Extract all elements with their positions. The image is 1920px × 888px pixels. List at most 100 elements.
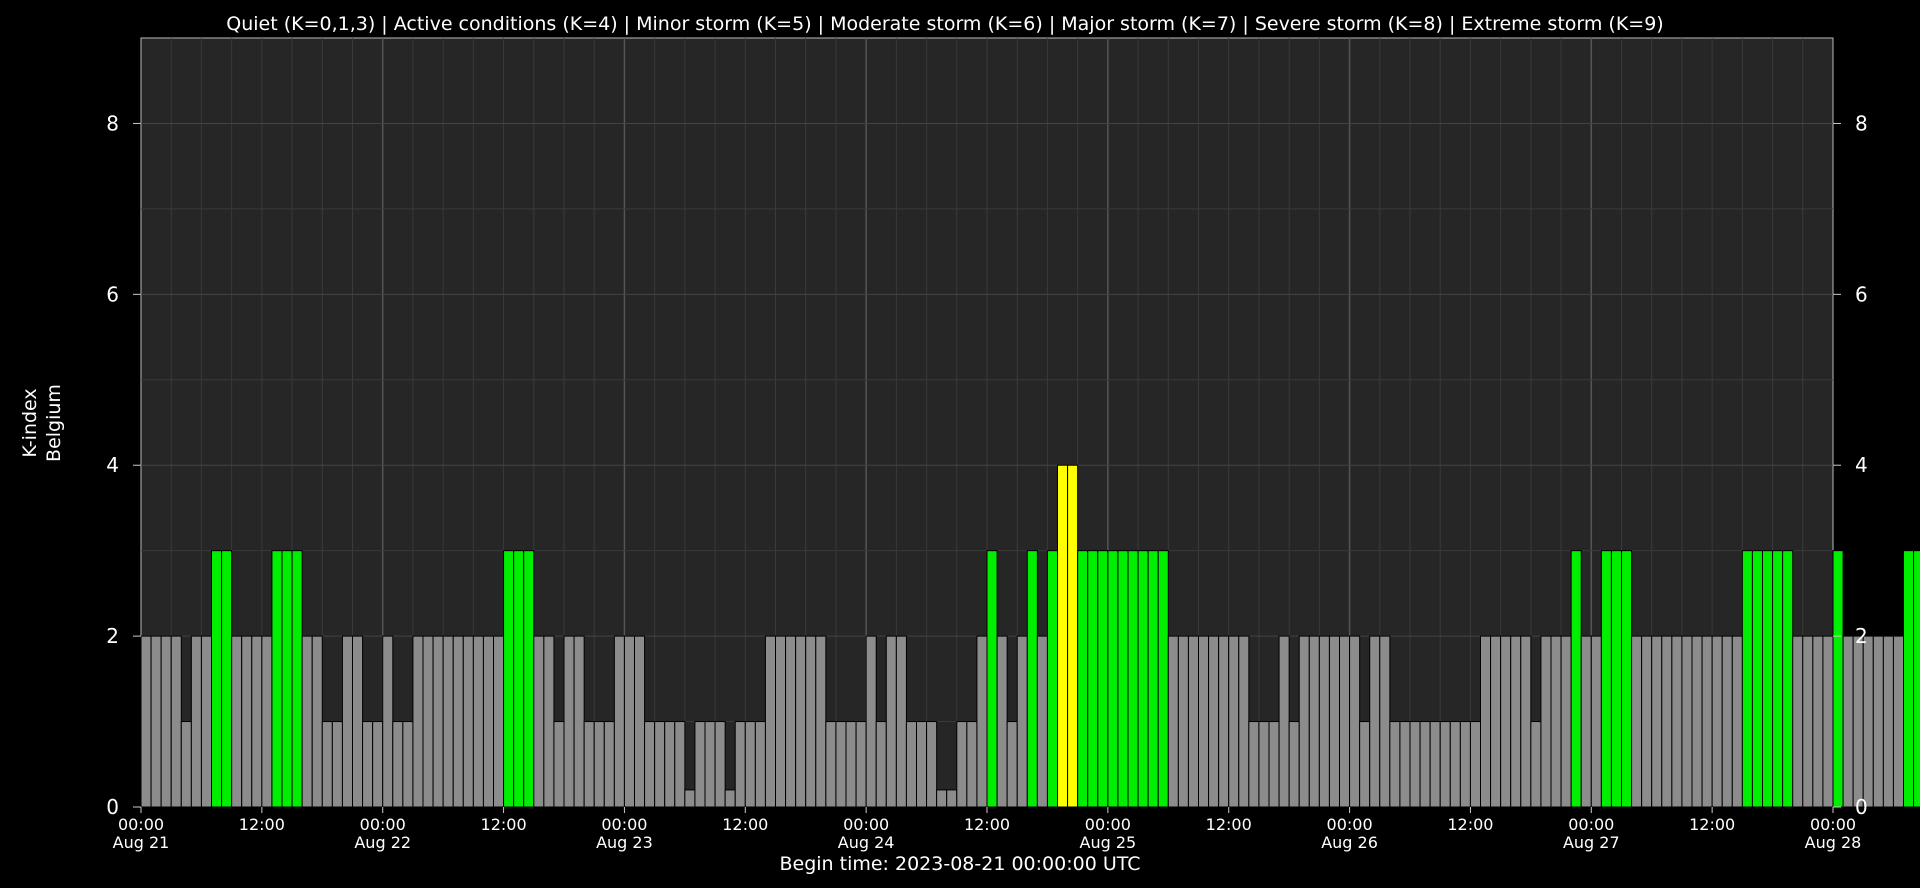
k-index-bar [1661,635,1673,808]
k-index-bar [795,635,807,808]
k-index-bar [905,721,918,808]
k-index-bar [664,721,676,808]
k-index-bar [885,635,897,808]
k-index-bar [1036,635,1048,808]
k-index-bar [805,635,817,808]
k-index-bar [1469,721,1482,808]
k-index-bar [261,635,273,808]
k-index-bar [1117,550,1129,808]
k-index-bar [543,635,555,808]
k-index-bar [1339,635,1351,808]
k-index-bar [1208,635,1220,808]
k-index-bar [855,721,867,808]
k-index-bar [956,721,968,808]
k-index-bar [1409,721,1421,808]
x-tick-date-label: Aug 24 [838,833,895,852]
k-index-bar [1490,635,1502,808]
k-index-bar [1782,550,1794,808]
k-index-bar [1198,635,1210,808]
k-index-bar [1167,635,1179,808]
k-index-bar [382,635,394,808]
k-index-bar [1177,635,1189,808]
k-index-bar [1016,635,1028,808]
x-tick-time-label: 00:00 [1327,815,1373,834]
x-tick-date-label: Aug 28 [1805,833,1862,852]
k-index-bar [1751,550,1764,808]
k-index-bar [916,721,928,808]
k-index-bar [895,635,907,808]
k-index-bar [1137,550,1149,808]
k-index-bar [1268,721,1280,808]
k-index-bar [1379,635,1391,808]
k-index-bar [613,635,625,808]
k-index-bar [1610,550,1623,808]
k-index-bar [1419,721,1431,808]
k-index-bar [432,635,444,808]
k-index-bar [1127,550,1139,808]
k-index-bar [754,721,766,808]
k-index-bar [422,635,434,808]
k-index-bar [1429,721,1441,808]
x-tick-time-label: 12:00 [481,815,527,834]
k-index-bar [1359,721,1371,808]
y-tick-label-right: 6 [1855,282,1868,306]
k-index-bar [180,721,192,808]
k-index-bar [1621,550,1633,808]
storm-level-legend: Quiet (K=0,1,3) | Active conditions (K=4… [226,13,1663,35]
k-index-bar [1852,635,1864,808]
k-index-bar [1530,721,1542,808]
y-tick-label-right: 0 [1855,795,1868,819]
k-index-bar [301,635,313,808]
k-index-bar [966,721,978,808]
k-index-bar [1308,635,1320,808]
k-index-bar [825,721,837,808]
k-index-bar [271,550,283,808]
k-index-bar [593,721,605,808]
k-index-bar [1258,721,1270,808]
k-index-bar [281,550,293,808]
k-index-bar [221,550,233,808]
k-index-bar [1681,635,1693,808]
k-index-bar [644,721,656,808]
begin-time-label: Begin time: 2023-08-21 00:00:00 UTC [779,853,1140,875]
k-index-bar [1822,635,1834,808]
k-index-bar [493,635,505,808]
k-index-bar [372,721,384,808]
k-index-bar [231,635,243,808]
k-index-bar [936,789,948,808]
k-index-bar [623,635,636,808]
k-index-bar [1087,550,1099,808]
k-index-bar [321,721,333,808]
x-tick-time-label: 12:00 [964,815,1010,834]
k-index-bar [704,721,716,808]
k-index-bar [1913,550,1920,808]
k-index-bar [140,635,152,808]
k-index-bar [1741,550,1753,808]
k-index-bar [603,721,615,808]
k-index-bar [291,550,303,808]
k-index-bar [1731,635,1743,808]
x-tick-time-label: 00:00 [1810,815,1856,834]
k-index-bar [1026,550,1038,808]
k-index-bar [1389,721,1401,808]
k-index-bar [986,550,998,808]
k-index-bar [1903,550,1915,808]
k-index-bar [1842,635,1854,808]
k-index-bar [1288,721,1300,808]
k-index-bar [402,721,414,808]
k-index-bar [1459,721,1471,808]
k-index-bar [1872,635,1884,808]
k-index-bar [1318,635,1330,808]
x-tick-date-label: Aug 21 [113,833,170,852]
k-index-bar [583,721,595,808]
k-index-bar [190,635,202,808]
k-index-bar [211,550,223,808]
k-index-bar [1328,635,1341,808]
x-tick-date-label: Aug 22 [354,833,411,852]
k-index-bar [875,721,887,808]
x-tick-date-label: Aug 25 [1080,833,1137,852]
k-index-bar [785,635,797,808]
k-index-bar [1006,721,1018,808]
k-index-bar [1349,635,1361,808]
k-index-bar [563,635,575,808]
